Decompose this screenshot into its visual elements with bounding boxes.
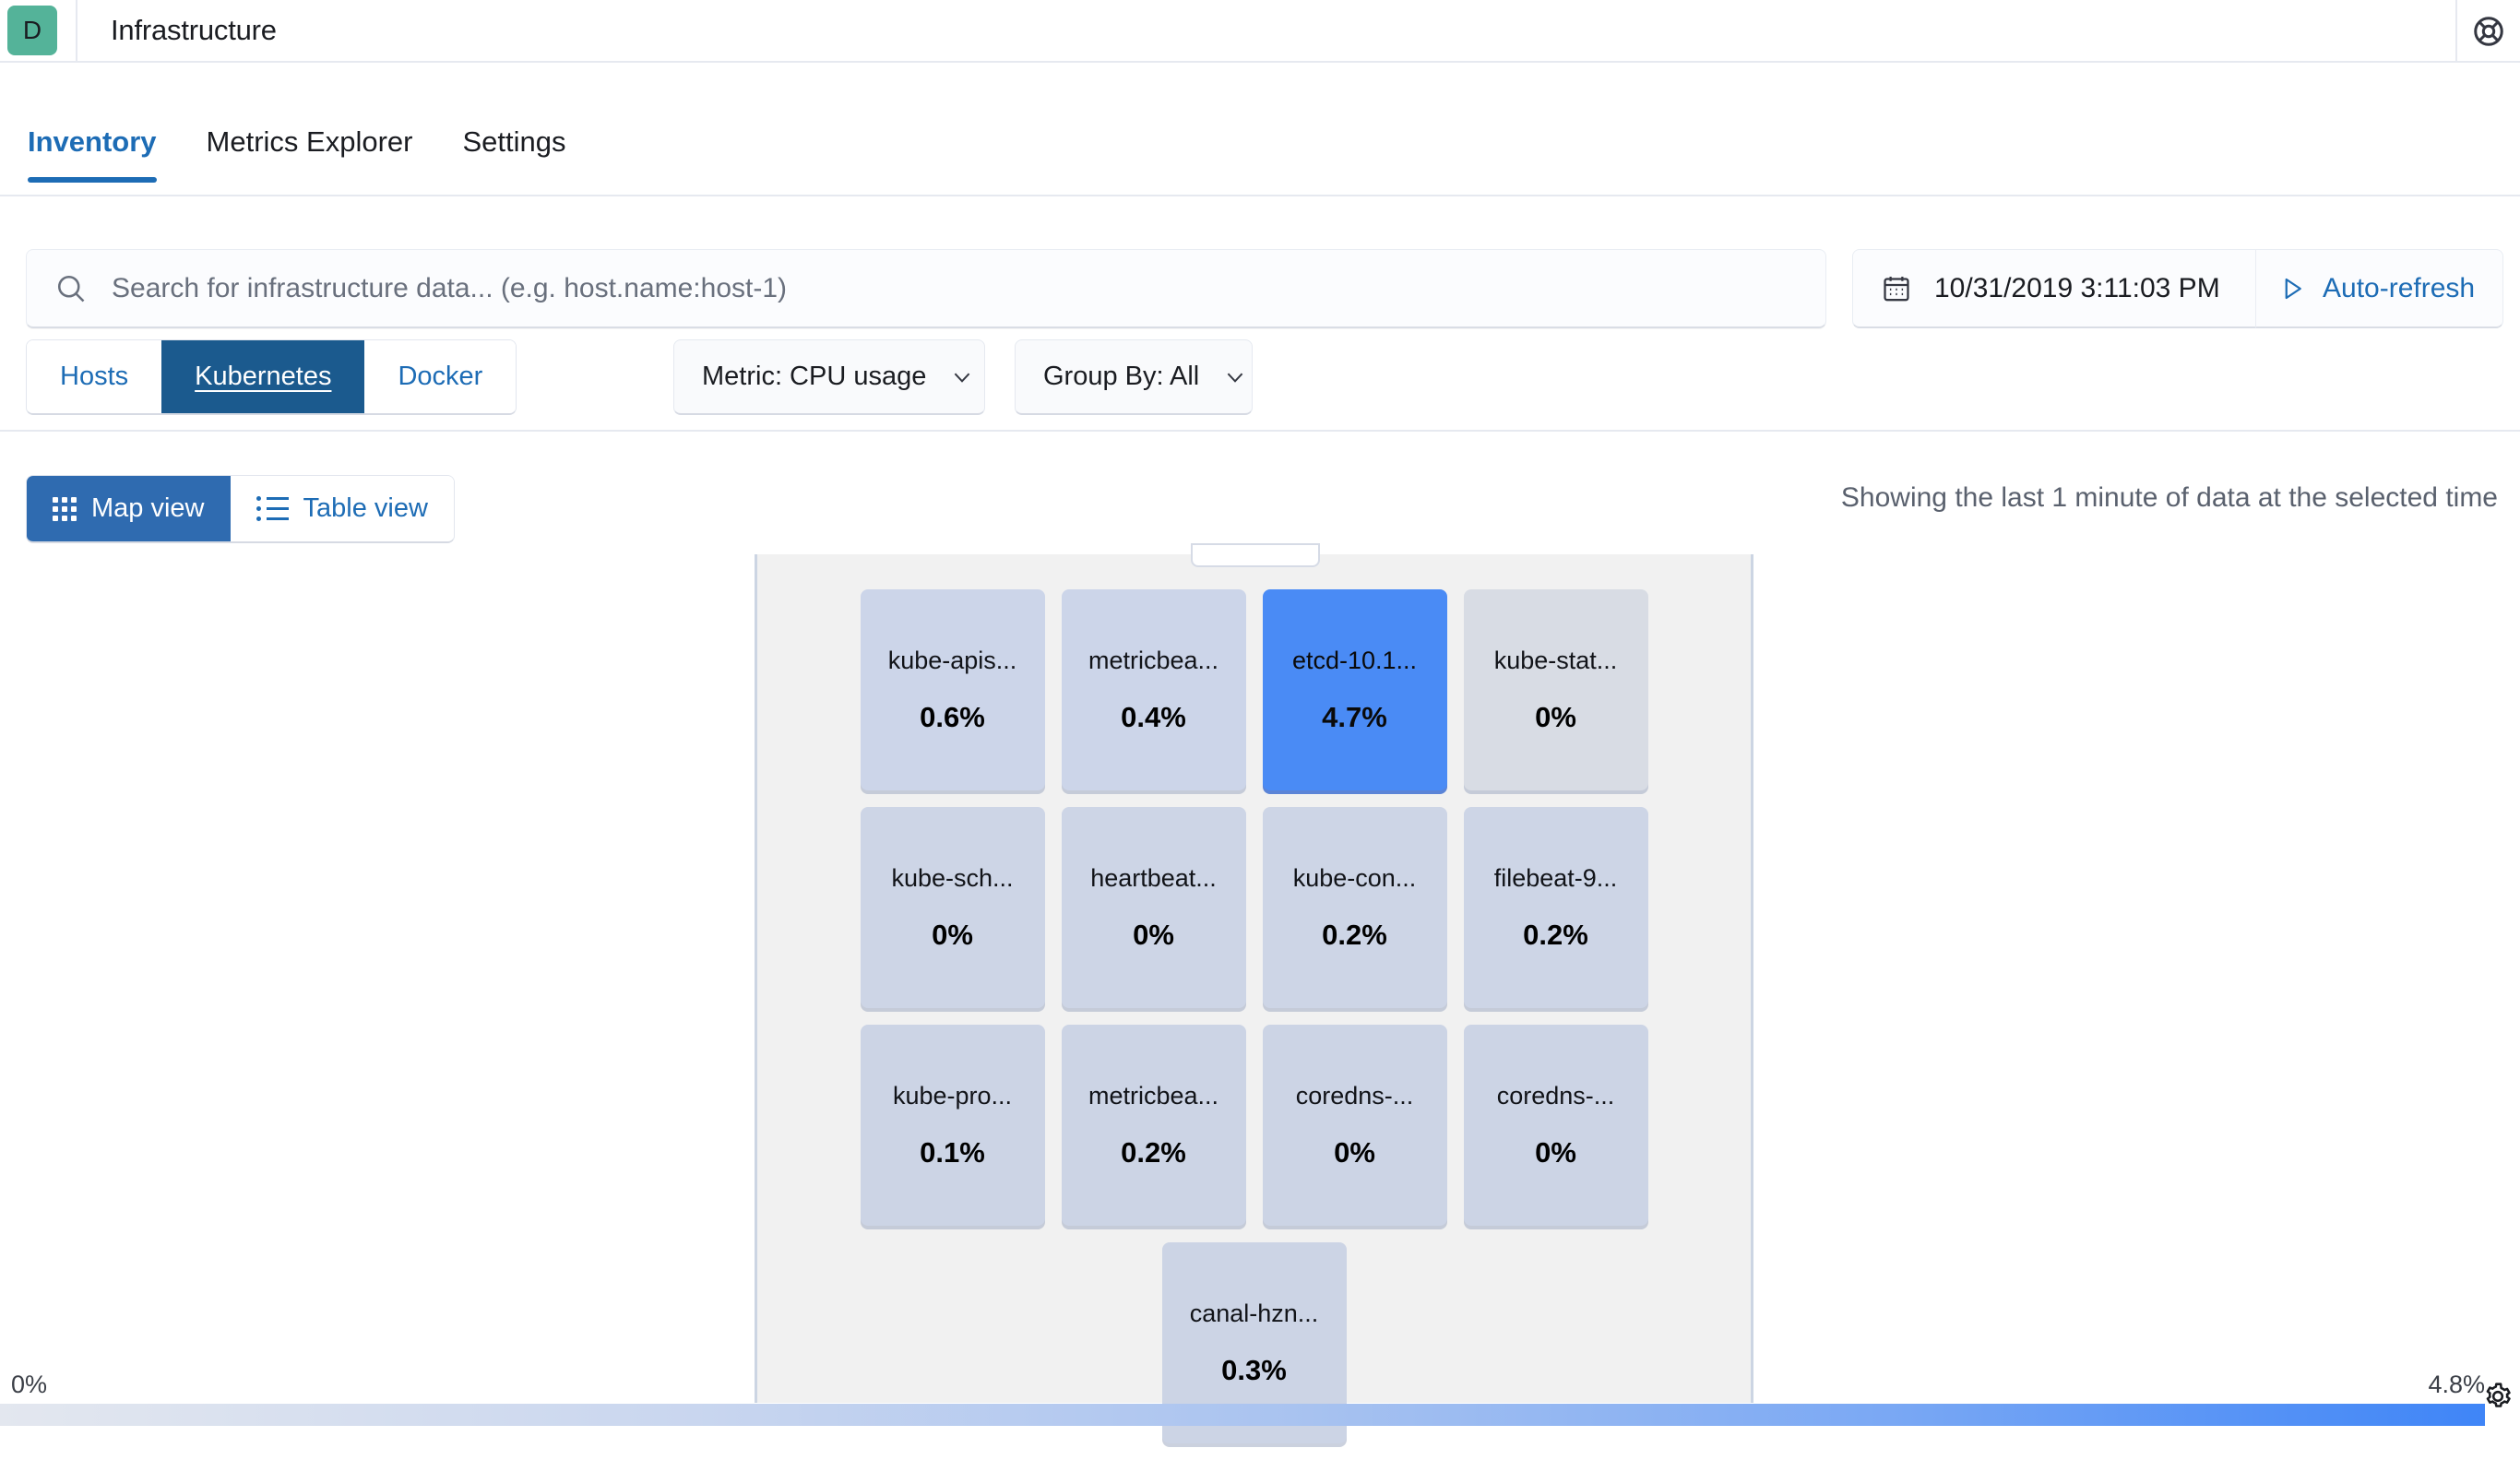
waffle-map-node-value: 4.7%	[1322, 700, 1387, 733]
calendar-icon	[1881, 273, 1912, 304]
waffle-map-node[interactable]: coredns-... 0%	[1463, 1025, 1648, 1226]
waffle-map-node-value: 0.1%	[920, 1135, 985, 1169]
tab-settings[interactable]: Settings	[462, 125, 565, 183]
waffle-map-node-name: kube-stat...	[1493, 646, 1618, 674]
waffle-map-row: kube-sch... 0% heartbeat... 0% kube-con... 0.…	[757, 807, 1751, 1008]
waffle-map-node[interactable]: metricbea... 0.4%	[1061, 589, 1246, 790]
tab-settings-label: Settings	[462, 125, 566, 158]
date-picker-value: 10/31/2019 3:11:03 PM	[1934, 272, 2220, 303]
waffle-map: kube-apis... 0.6% metricbea... 0.4% etcd-10.…	[755, 543, 1753, 1443]
group-by-dropdown[interactable]: Group By: All	[1015, 339, 1253, 415]
top-bar-actions	[2455, 0, 2520, 63]
grid-dots-icon	[53, 496, 77, 521]
metric-dropdown[interactable]: Metric: CPU usage	[673, 339, 985, 415]
search-field-container[interactable]: Search for infrastructure data... (e.g. …	[26, 249, 1826, 328]
waffle-map-node-name: heartbeat...	[1090, 863, 1217, 892]
filter-row-divider	[0, 430, 2520, 432]
node-type-hosts[interactable]: Hosts	[27, 340, 162, 413]
waffle-map-node-value: 0.6%	[920, 700, 985, 733]
tab-metrics-explorer[interactable]: Metrics Explorer	[207, 125, 413, 183]
group-by-dropdown-label: Group By: All	[1043, 362, 1200, 391]
waffle-map-node[interactable]: coredns-... 0%	[1262, 1025, 1447, 1226]
view-toggle-row: Map view Table view Showing the last 1 m…	[0, 475, 2520, 549]
tab-inventory-label: Inventory	[28, 125, 157, 158]
main-tabs: Inventory Metrics Explorer Settings	[0, 63, 2520, 196]
top-bar: D Infrastructure	[0, 0, 2520, 63]
tab-metrics-explorer-label: Metrics Explorer	[206, 125, 413, 158]
waffle-map-node-value: 0.2%	[1322, 918, 1387, 951]
legend-max-label: 4.8%	[2428, 1371, 2485, 1398]
search-input-placeholder[interactable]: Search for infrastructure data... (e.g. …	[112, 273, 787, 304]
waffle-map-node-name: coredns-...	[1295, 1081, 1414, 1110]
waffle-map-row: kube-apis... 0.6% metricbea... 0.4% etcd-10.…	[757, 589, 1751, 790]
date-picker[interactable]: 10/31/2019 3:11:03 PM	[1852, 249, 2256, 328]
node-type-kubernetes[interactable]: Kubernetes	[161, 340, 365, 413]
tab-inventory[interactable]: Inventory	[28, 125, 157, 183]
waffle-map-node-name: canal-hzn...	[1189, 1299, 1319, 1327]
waffle-map-node-name: kube-pro...	[892, 1081, 1013, 1110]
waffle-map-node-name: kube-con...	[1292, 863, 1417, 892]
waffle-map-node-value: 0%	[1334, 1135, 1375, 1169]
table-view-button[interactable]: Table view	[230, 476, 454, 541]
waffle-map-node-name: etcd-10.1...	[1291, 646, 1418, 674]
waffle-map-node-value: 0.4%	[1121, 700, 1186, 733]
waffle-map-node[interactable]: heartbeat... 0%	[1061, 807, 1246, 1008]
waffle-map-node-value: 0%	[1535, 700, 1576, 733]
table-view-label: Table view	[303, 493, 428, 523]
waffle-map-node[interactable]: kube-sch... 0%	[860, 807, 1045, 1008]
waffle-map-node[interactable]: kube-apis... 0.6%	[860, 589, 1045, 790]
chevron-down-icon	[950, 365, 974, 389]
waffle-map-node[interactable]: etcd-10.1... 4.7%	[1262, 589, 1447, 790]
node-type-docker-label: Docker	[398, 362, 483, 391]
gear-icon[interactable]	[2479, 1378, 2516, 1415]
waffle-map-node-value: 0%	[1133, 918, 1174, 951]
waffle-map-node-value: 0.2%	[1121, 1135, 1186, 1169]
auto-refresh-button[interactable]: Auto-refresh	[2256, 249, 2503, 328]
waffle-map-node-name: kube-apis...	[887, 646, 1017, 674]
waffle-map-node[interactable]: filebeat-9... 0.2%	[1463, 807, 1648, 1008]
map-view-button[interactable]: Map view	[27, 476, 231, 541]
waffle-map-node-name: filebeat-9...	[1493, 863, 1618, 892]
app-badge[interactable]: D	[7, 6, 57, 55]
waffle-map-node-name: kube-sch...	[891, 863, 1014, 892]
node-type-hosts-label: Hosts	[60, 362, 129, 391]
waffle-map-row: kube-pro... 0.1% metricbea... 0.2% coredns-.…	[757, 1025, 1751, 1226]
waffle-map-node-name: metricbea...	[1088, 646, 1219, 674]
waffle-map-node-value: 0.2%	[1523, 918, 1588, 951]
lifebuoy-icon[interactable]	[2457, 0, 2520, 63]
play-icon	[2278, 275, 2306, 303]
status-text: Showing the last 1 minute of data at the…	[1840, 482, 2498, 513]
waffle-map-node-value: 0%	[1535, 1135, 1576, 1169]
legend: 0% 4.8%	[0, 1371, 2520, 1404]
filter-row: Hosts Kubernetes Docker Metric: CPU usag…	[0, 339, 2520, 432]
waffle-map-grid: kube-apis... 0.6% metricbea... 0.4% etcd-10.…	[757, 554, 1751, 1460]
view-toggle-group: Map view Table view	[26, 475, 455, 543]
node-type-segmented-control: Hosts Kubernetes Docker	[26, 339, 517, 415]
metric-dropdown-label: Metric: CPU usage	[702, 362, 927, 391]
map-view-label: Map view	[91, 493, 205, 523]
waffle-map-node[interactable]: kube-pro... 0.1%	[860, 1025, 1045, 1226]
search-icon	[54, 272, 88, 305]
waffle-map-node-name: metricbea...	[1088, 1081, 1219, 1110]
waffle-map-node-value: 0%	[932, 918, 973, 951]
legend-gradient-bar	[0, 1404, 2485, 1426]
node-type-docker[interactable]: Docker	[364, 340, 517, 413]
search-row: Search for infrastructure data... (e.g. …	[0, 249, 2520, 328]
legend-min-label: 0%	[11, 1371, 48, 1398]
waffle-map-node[interactable]: metricbea... 0.2%	[1061, 1025, 1246, 1226]
list-icon	[256, 496, 289, 521]
chevron-down-icon	[1223, 365, 1247, 389]
auto-refresh-label: Auto-refresh	[2323, 272, 2476, 303]
waffle-map-node[interactable]: kube-con... 0.2%	[1262, 807, 1447, 1008]
waffle-map-node-name: coredns-...	[1496, 1081, 1615, 1110]
page-title: Infrastructure	[111, 14, 277, 46]
node-type-kubernetes-label: Kubernetes	[195, 362, 332, 391]
waffle-map-node[interactable]: kube-stat... 0%	[1463, 589, 1648, 790]
app-badge-letter: D	[22, 16, 42, 44]
top-bar-divider	[76, 0, 77, 62]
